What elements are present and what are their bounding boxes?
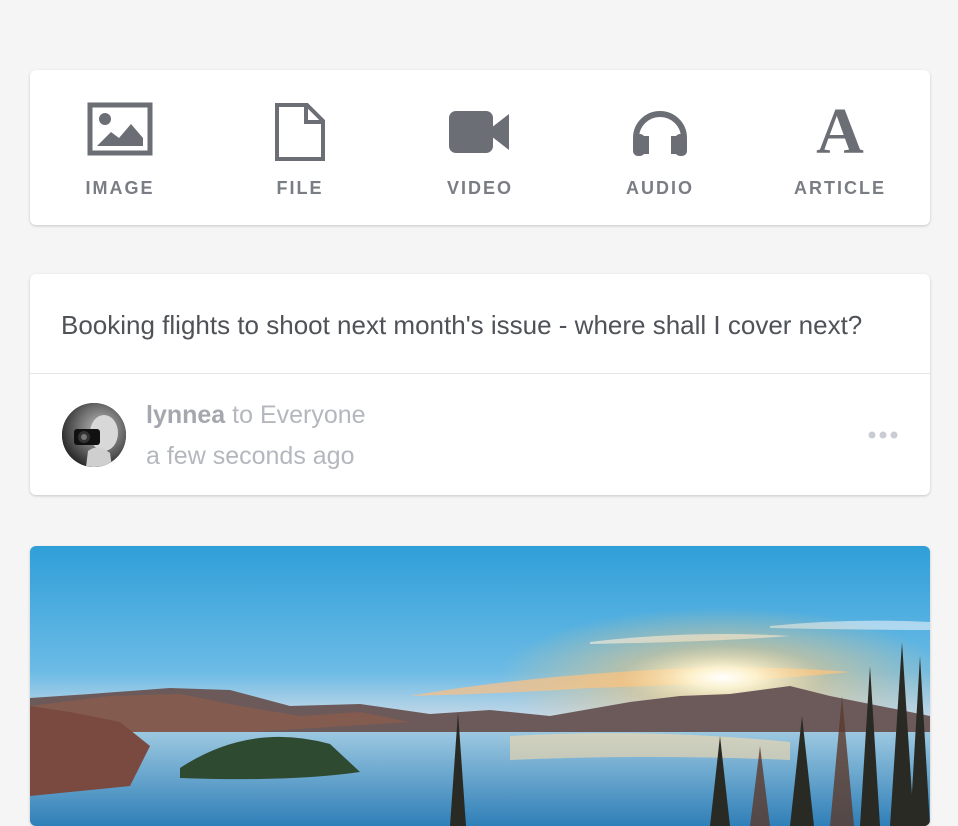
post-type-audio-label: AUDIO [626, 178, 694, 198]
post-type-file[interactable]: FILE [210, 70, 390, 225]
landscape-photo [30, 546, 930, 826]
post-text: Booking flights to shoot next month's is… [30, 274, 930, 374]
post-type-article[interactable]: A ARTICLE [750, 70, 930, 225]
post-audience: to Everyone [232, 401, 366, 429]
post-author-line: lynnea to Everyone [146, 401, 366, 430]
file-icon [273, 102, 327, 164]
post-type-video-label: VIDEO [446, 178, 513, 198]
image-icon [87, 102, 153, 164]
post-author[interactable]: lynnea [146, 401, 225, 429]
post-type-audio[interactable]: AUDIO [570, 70, 750, 225]
photo-card[interactable] [30, 546, 930, 826]
post-meta: lynnea to Everyone a few seconds ago [30, 374, 930, 494]
article-icon: A [816, 95, 864, 168]
audio-icon [630, 102, 690, 164]
post-type-video[interactable]: VIDEO [390, 70, 570, 225]
post-type-article-label: ARTICLE [794, 178, 886, 198]
post-type-image[interactable]: IMAGE [30, 70, 210, 225]
avatar[interactable] [62, 403, 126, 467]
post-card: Booking flights to shoot next month's is… [30, 274, 930, 495]
video-icon [449, 102, 511, 164]
more-options-icon[interactable] [868, 426, 898, 444]
post-type-bar: IMAGE FILE VIDEO AUDIO A ARTICLE [30, 70, 930, 225]
post-timestamp: a few seconds ago [146, 442, 355, 470]
post-type-file-label: FILE [276, 178, 324, 198]
post-type-image-label: IMAGE [85, 178, 155, 198]
